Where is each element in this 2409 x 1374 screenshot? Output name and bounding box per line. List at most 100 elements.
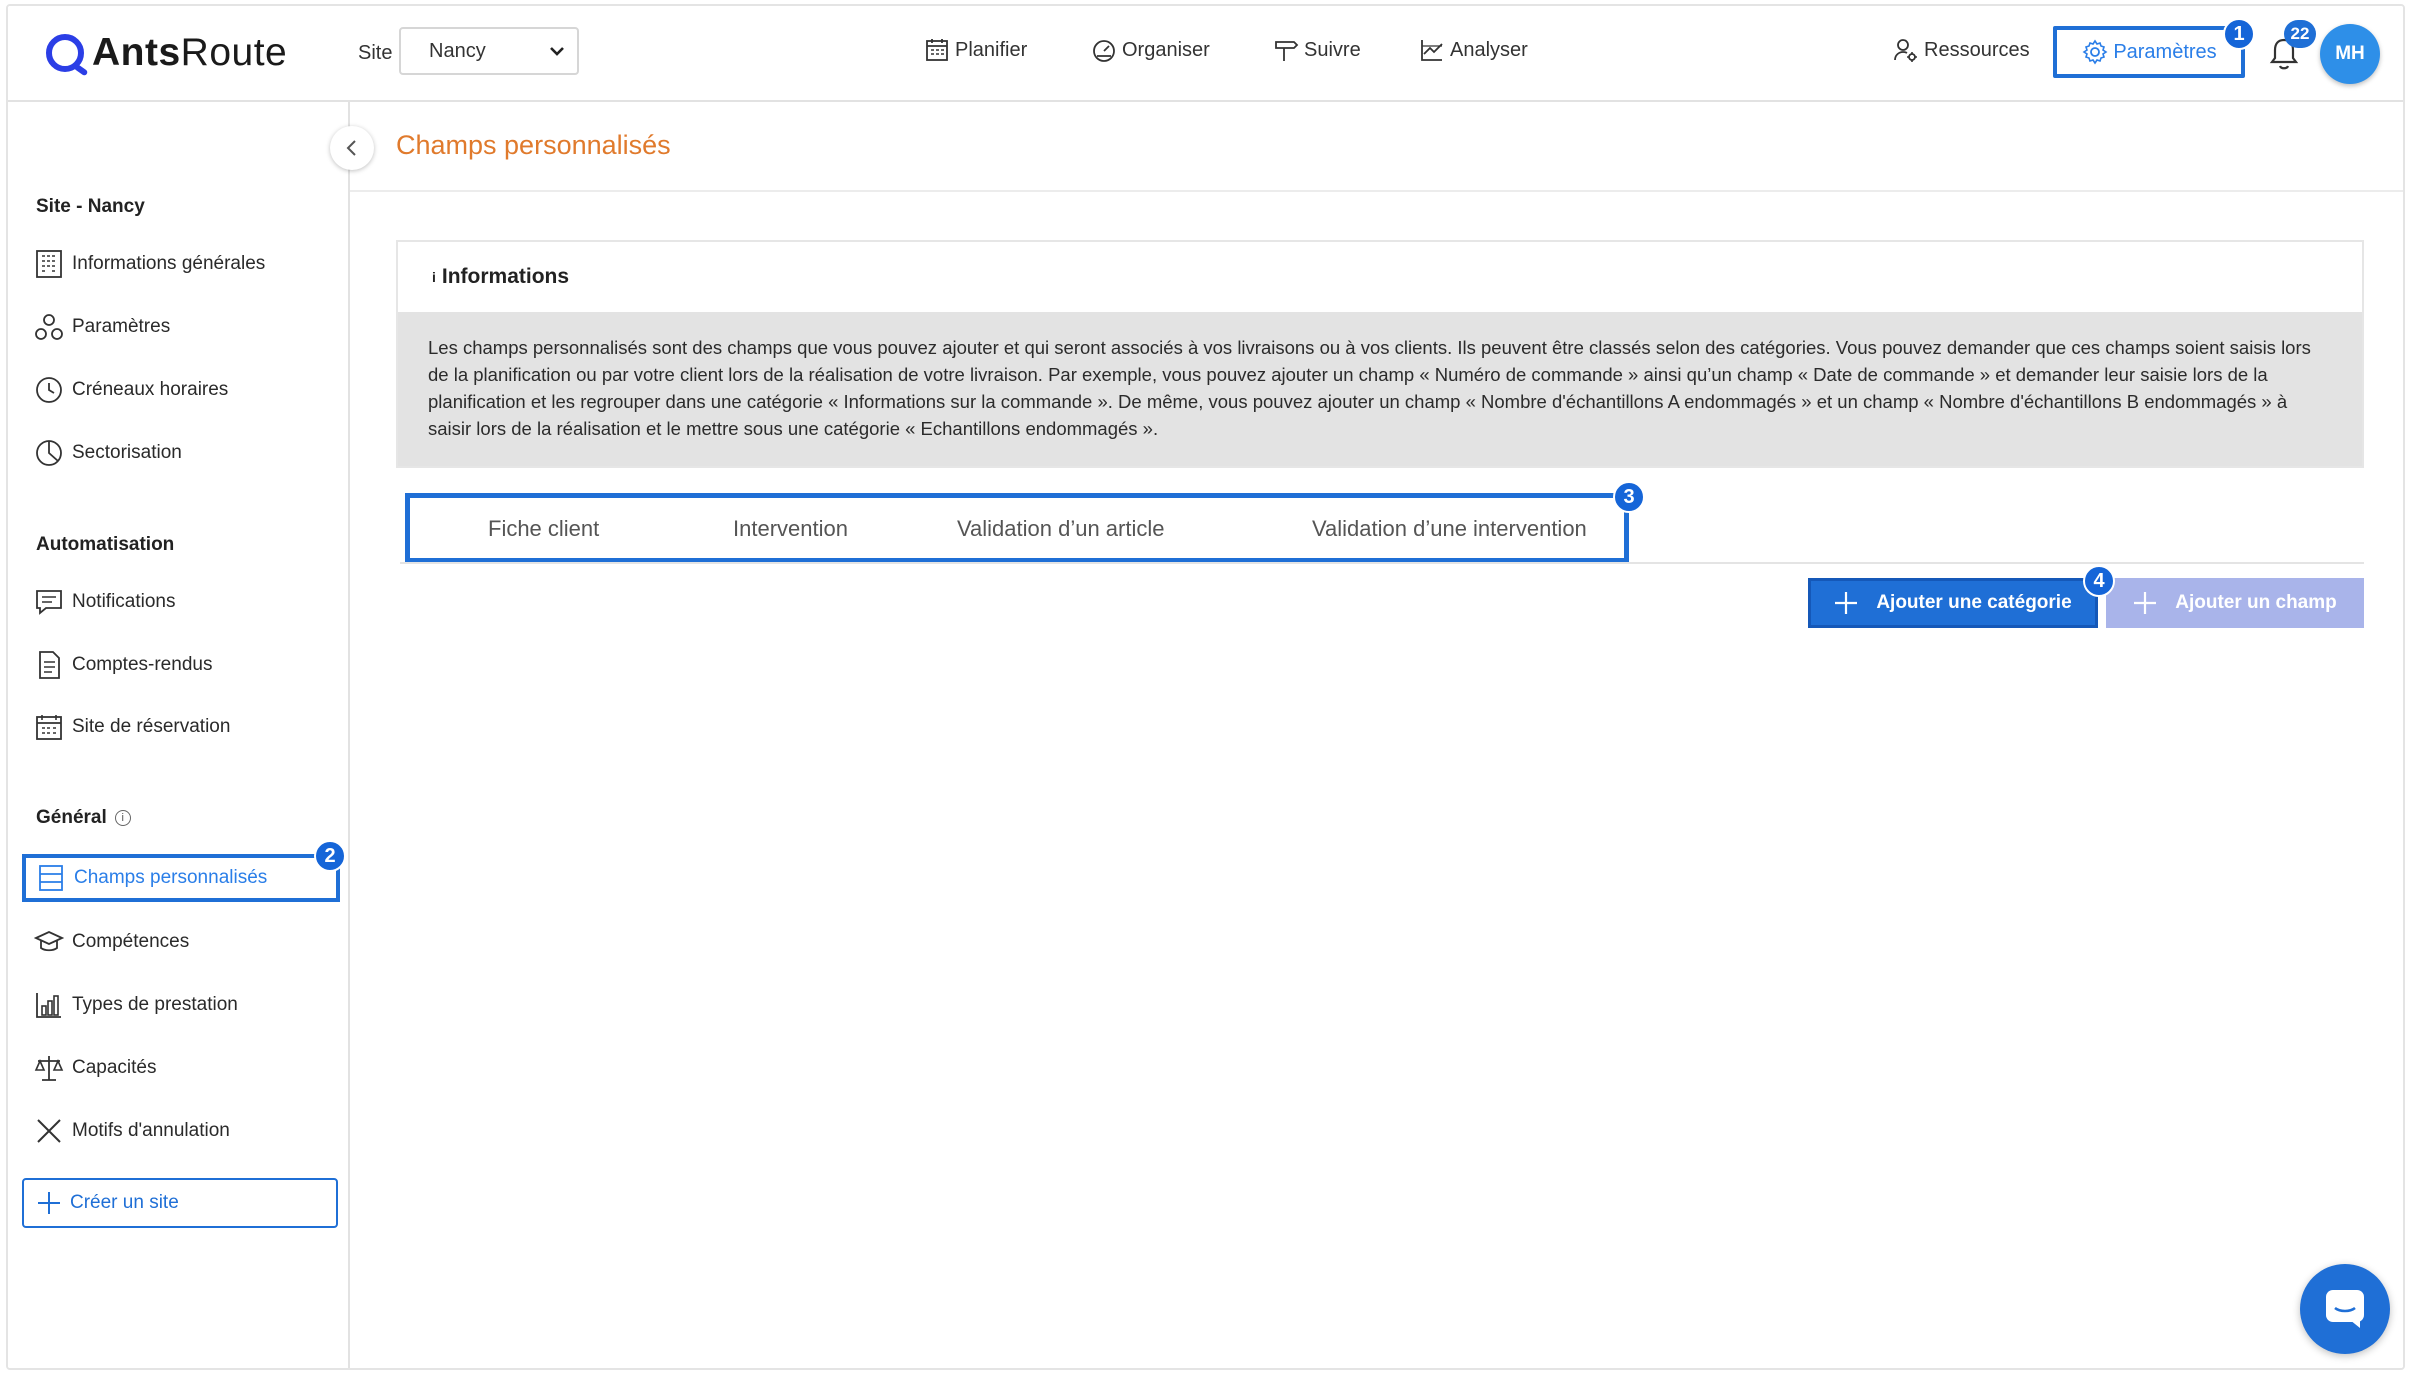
add-field-button[interactable]: Ajouter un champ [2106, 578, 2364, 628]
site-select[interactable]: Nancy [399, 27, 579, 75]
sidebar-item-notifications[interactable]: Notifications [34, 580, 176, 624]
collapse-sidebar-button[interactable] [330, 126, 374, 170]
chart-icon [1421, 40, 1443, 61]
sidebar-section-automatisation: Automatisation [36, 534, 175, 555]
sidebar-item-informations-generales[interactable]: Informations générales [34, 242, 265, 286]
bar-chart-icon [36, 993, 61, 1018]
message-icon [36, 590, 62, 615]
app-window: AntsRoute Site Nancy Planifier Organiser… [6, 4, 2405, 1370]
logo-text-light: Route [180, 31, 288, 74]
user-gear-icon [1894, 39, 1917, 62]
avatar[interactable]: MH [2320, 24, 2380, 84]
clock-icon [36, 377, 62, 403]
chevron-left-icon [346, 140, 356, 156]
chat-button[interactable] [2300, 1264, 2390, 1354]
notification-badge: 22 [2284, 20, 2316, 48]
nav-organiser-label: Organiser [1122, 38, 1210, 61]
settings-button[interactable]: Paramètres [2053, 26, 2245, 78]
sidebar-item-label: Site de réservation [72, 716, 231, 737]
nav-organiser[interactable]: Organiser [1090, 36, 1210, 64]
document-icon [39, 651, 60, 679]
step-marker-3: 3 [1613, 481, 1645, 513]
tab-bar: Fiche client Intervention Validation d’u… [405, 493, 1629, 563]
gear-icon [2082, 39, 2108, 65]
sidebar-item-label: Comptes-rendus [72, 654, 213, 675]
create-site-button[interactable]: Créer un site [22, 1178, 338, 1228]
sidebar: Site - Nancy Informations générales Para… [8, 102, 350, 1368]
site-select-value: Nancy [429, 39, 486, 62]
sidebar-item-label: Capacités [72, 1057, 157, 1078]
nav-suivre-label: Suivre [1304, 38, 1361, 61]
sidebar-item-capacites[interactable]: Capacités [34, 1046, 157, 1090]
plus-icon [1835, 592, 1858, 614]
sidebar-item-label: Informations générales [72, 253, 266, 274]
page-header: Champs personnalisés [350, 102, 2403, 192]
info-card: i Informations Les champs personnalisés … [396, 240, 2364, 468]
top-bar: AntsRoute Site Nancy Planifier Organiser… [8, 6, 2403, 102]
nav-analyser-label: Analyser [1450, 38, 1528, 61]
logo-mark-icon [46, 34, 84, 72]
site-label: Site [358, 42, 393, 64]
sidebar-item-label: Paramètres [72, 316, 171, 337]
sidebar-item-site-de-reservation[interactable]: Site de réservation [34, 705, 230, 749]
sidebar-item-label: Notifications [72, 591, 176, 612]
sidebar-item-sectorisation[interactable]: Sectorisation [34, 431, 182, 475]
sidebar-item-creneaux-horaires[interactable]: Créneaux horaires [34, 368, 228, 412]
building-icon [36, 250, 62, 278]
tab-divider [400, 562, 2364, 564]
sidebar-item-parametres[interactable]: Paramètres [34, 305, 170, 349]
info-card-header: i Informations [398, 242, 2362, 312]
calendar-icon [926, 39, 948, 61]
nav-ressources[interactable]: Ressources [1892, 36, 2030, 64]
nav-suivre[interactable]: Suivre [1272, 36, 1361, 64]
sidebar-section-general-label: Général [36, 807, 107, 828]
chevron-down-icon [550, 47, 564, 56]
settings-nodes-icon [35, 314, 63, 340]
sidebar-section-site: Site - Nancy [36, 196, 145, 217]
nav-planifier[interactable]: Planifier [923, 36, 1027, 64]
add-field-label: Ajouter un champ [2175, 592, 2337, 613]
nav-analyser[interactable]: Analyser [1418, 36, 1528, 64]
chat-bubble-icon [2326, 1290, 2364, 1328]
nav-planifier-label: Planifier [955, 38, 1028, 61]
form-fields-icon [39, 865, 63, 891]
calendar-grid-icon [36, 715, 62, 740]
sidebar-item-label: Types de prestation [72, 994, 238, 1015]
page-title: Champs personnalisés [396, 130, 671, 160]
close-icon [37, 1119, 61, 1143]
nav-ressources-label: Ressources [1924, 38, 2030, 61]
sidebar-item-types-de-prestation[interactable]: Types de prestation [34, 983, 238, 1027]
logo-text-bold: Ants [92, 31, 181, 74]
add-category-label: Ajouter une catégorie [1876, 592, 2072, 613]
create-site-label: Créer un site [70, 1192, 179, 1213]
main-content: Champs personnalisés i Informations Les … [350, 102, 2403, 1368]
sidebar-item-comptes-rendus[interactable]: Comptes-rendus [34, 643, 212, 687]
info-icon[interactable]: i [114, 810, 131, 826]
sidebar-item-motifs-d-annulation[interactable]: Motifs d'annulation [34, 1109, 230, 1153]
tab-intervention[interactable]: Intervention [733, 516, 848, 542]
tab-validation-intervention[interactable]: Validation d’une intervention [1312, 516, 1587, 542]
info-card-title: Informations [441, 265, 570, 288]
sidebar-item-competences[interactable]: Compétences [34, 920, 189, 964]
tab-fiche-client[interactable]: Fiche client [488, 516, 599, 542]
scale-icon [34, 1056, 64, 1081]
plus-icon [38, 1192, 60, 1214]
add-category-button[interactable]: Ajouter une catégorie [1808, 578, 2098, 628]
step-marker-2: 2 [314, 840, 346, 872]
sidebar-item-champs-personnalises[interactable]: Champs personnalisés [22, 854, 340, 902]
sidebar-section-general: Général i [36, 807, 131, 829]
signpost-icon [1275, 41, 1299, 61]
step-marker-4: 4 [2083, 565, 2115, 597]
info-icon: i [432, 269, 436, 285]
sidebar-item-label: Motifs d'annulation [72, 1120, 230, 1141]
settings-button-label: Paramètres [2113, 40, 2217, 63]
step-marker-1: 1 [2223, 18, 2255, 50]
tab-validation-article[interactable]: Validation d’un article [957, 516, 1165, 542]
sidebar-item-label: Champs personnalisés [74, 867, 268, 888]
sidebar-item-label: Sectorisation [72, 442, 182, 463]
sidebar-item-label: Compétences [72, 931, 190, 952]
info-card-text: Les champs personnalisés sont des champs… [398, 312, 2362, 466]
app-logo[interactable]: AntsRoute [46, 28, 287, 78]
pie-chart-icon [36, 440, 62, 466]
sidebar-item-label: Créneaux horaires [72, 379, 229, 400]
